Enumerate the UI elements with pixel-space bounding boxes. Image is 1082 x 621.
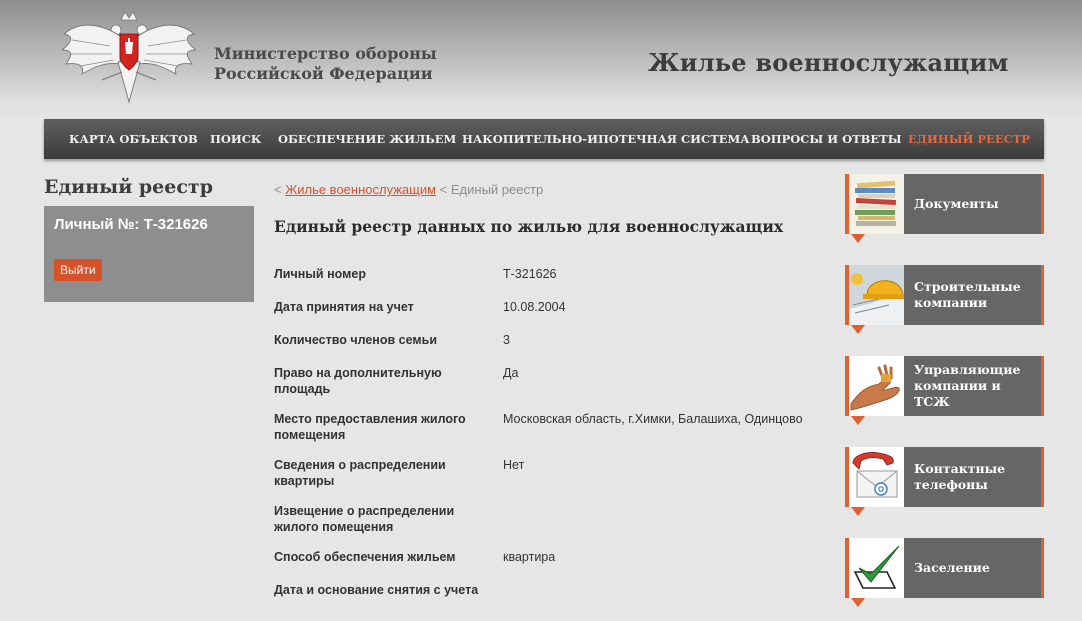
- info-value: 3: [503, 333, 510, 347]
- info-value: Т-321626: [503, 267, 557, 281]
- card-accent: [845, 174, 849, 234]
- info-label: Количество членов семьи: [274, 333, 438, 347]
- card-accent: [845, 447, 849, 507]
- info-value: Московская область, г.Химки, Балашиха, О…: [503, 412, 803, 426]
- info-label: Способ обеспечения жильем: [274, 550, 456, 564]
- info-value: 10.08.2004: [503, 300, 566, 314]
- side-card-label: Заселение: [914, 560, 990, 575]
- main-navigation: КАРТА ОБЪЕКТОВ ПОИСК ОБЕСПЕЧЕНИЕ ЖИЛЬЕМ …: [44, 119, 1044, 159]
- nav-item-mortgage-system[interactable]: НАКОПИТЕЛЬНО-ИПОТЕЧНАЯ СИСТЕМА: [462, 119, 750, 159]
- info-value: Нет: [503, 458, 525, 472]
- card-accent: [1041, 538, 1044, 598]
- card-accent: [845, 356, 849, 416]
- info-label: Дата принятия на учет: [274, 300, 414, 314]
- info-label: Место предоставления жилого помещения: [274, 412, 466, 442]
- ministry-name: Министерство обороны Российской Федераци…: [214, 44, 437, 84]
- personal-number-label: Личный №: Т-321626: [54, 216, 208, 233]
- info-label: Дата и основание снятия с учета: [274, 583, 479, 597]
- side-card-construction-companies[interactable]: Строительные компании: [845, 265, 1044, 334]
- breadcrumb-current: Единый реестр: [450, 182, 544, 197]
- page-title: Единый реестр данных по жилью для военно…: [274, 217, 784, 236]
- card-accent: [1041, 174, 1044, 234]
- info-label: Личный номер: [274, 267, 366, 281]
- hard-hat-icon: [849, 265, 904, 325]
- nav-item-search[interactable]: ПОИСК: [210, 119, 261, 159]
- side-card-label: Управляющие компании и ТСЖ: [914, 362, 1021, 409]
- breadcrumb-separator: <: [274, 182, 282, 197]
- info-label: Право на дополнительную площадь: [274, 366, 442, 396]
- side-card-contact-phones[interactable]: Контактные телефоны: [845, 447, 1044, 516]
- logout-button[interactable]: Выйти: [54, 259, 102, 281]
- documents-stack-icon: [849, 174, 904, 234]
- card-accent: [845, 538, 849, 598]
- info-value: квартира: [503, 550, 556, 564]
- side-card-label: Документы: [914, 196, 999, 211]
- info-label: Извещение о распределении жилого помещен…: [274, 504, 455, 534]
- user-panel: Личный №: Т-321626 Выйти: [44, 206, 254, 302]
- ministry-name-line2: Российской Федерации: [214, 64, 433, 83]
- card-accent: [1041, 356, 1044, 416]
- ministry-name-line1: Министерство обороны: [214, 44, 437, 63]
- site-title: Жилье военнослужащим: [648, 48, 1009, 77]
- sidebar-title: Единый реестр: [44, 176, 213, 198]
- breadcrumb: < Жилье военнослужащим < Единый реестр: [274, 182, 543, 197]
- nav-item-unified-register[interactable]: ЕДИНЫЙ РЕЕСТР: [908, 119, 1030, 159]
- breadcrumb-separator: <: [439, 182, 448, 197]
- phone-mail-icon: [849, 447, 904, 507]
- card-tail: [851, 325, 865, 334]
- card-accent: [1041, 447, 1044, 507]
- side-card-settlement[interactable]: Заселение: [845, 538, 1044, 607]
- side-card-label: Контактные телефоны: [914, 461, 1006, 492]
- side-card-documents[interactable]: Документы: [845, 174, 1044, 243]
- breadcrumb-link-home[interactable]: Жилье военнослужащим: [285, 182, 436, 197]
- card-accent: [1041, 265, 1044, 325]
- card-tail: [851, 234, 865, 243]
- card-tail: [851, 598, 865, 607]
- nav-item-objects-map[interactable]: КАРТА ОБЪЕКТОВ: [69, 119, 198, 159]
- double-headed-eagle-emblem-icon[interactable]: [62, 10, 196, 106]
- card-accent: [845, 265, 849, 325]
- card-tail: [851, 416, 865, 425]
- info-value: Да: [503, 366, 519, 380]
- info-label: Сведения о распределении квартиры: [274, 458, 446, 488]
- checkmark-icon: [849, 538, 904, 598]
- side-card-label: Строительные компании: [914, 279, 1021, 310]
- side-card-management-companies[interactable]: Управляющие компании и ТСЖ: [845, 356, 1044, 425]
- card-tail: [851, 507, 865, 516]
- nav-item-housing[interactable]: ОБЕСПЕЧЕНИЕ ЖИЛЬЕМ: [278, 119, 456, 159]
- site-header: Министерство обороны Российской Федераци…: [0, 0, 1082, 120]
- handshake-icon: [849, 356, 904, 416]
- nav-item-faq[interactable]: ВОПРОСЫ И ОТВЕТЫ: [751, 119, 902, 159]
